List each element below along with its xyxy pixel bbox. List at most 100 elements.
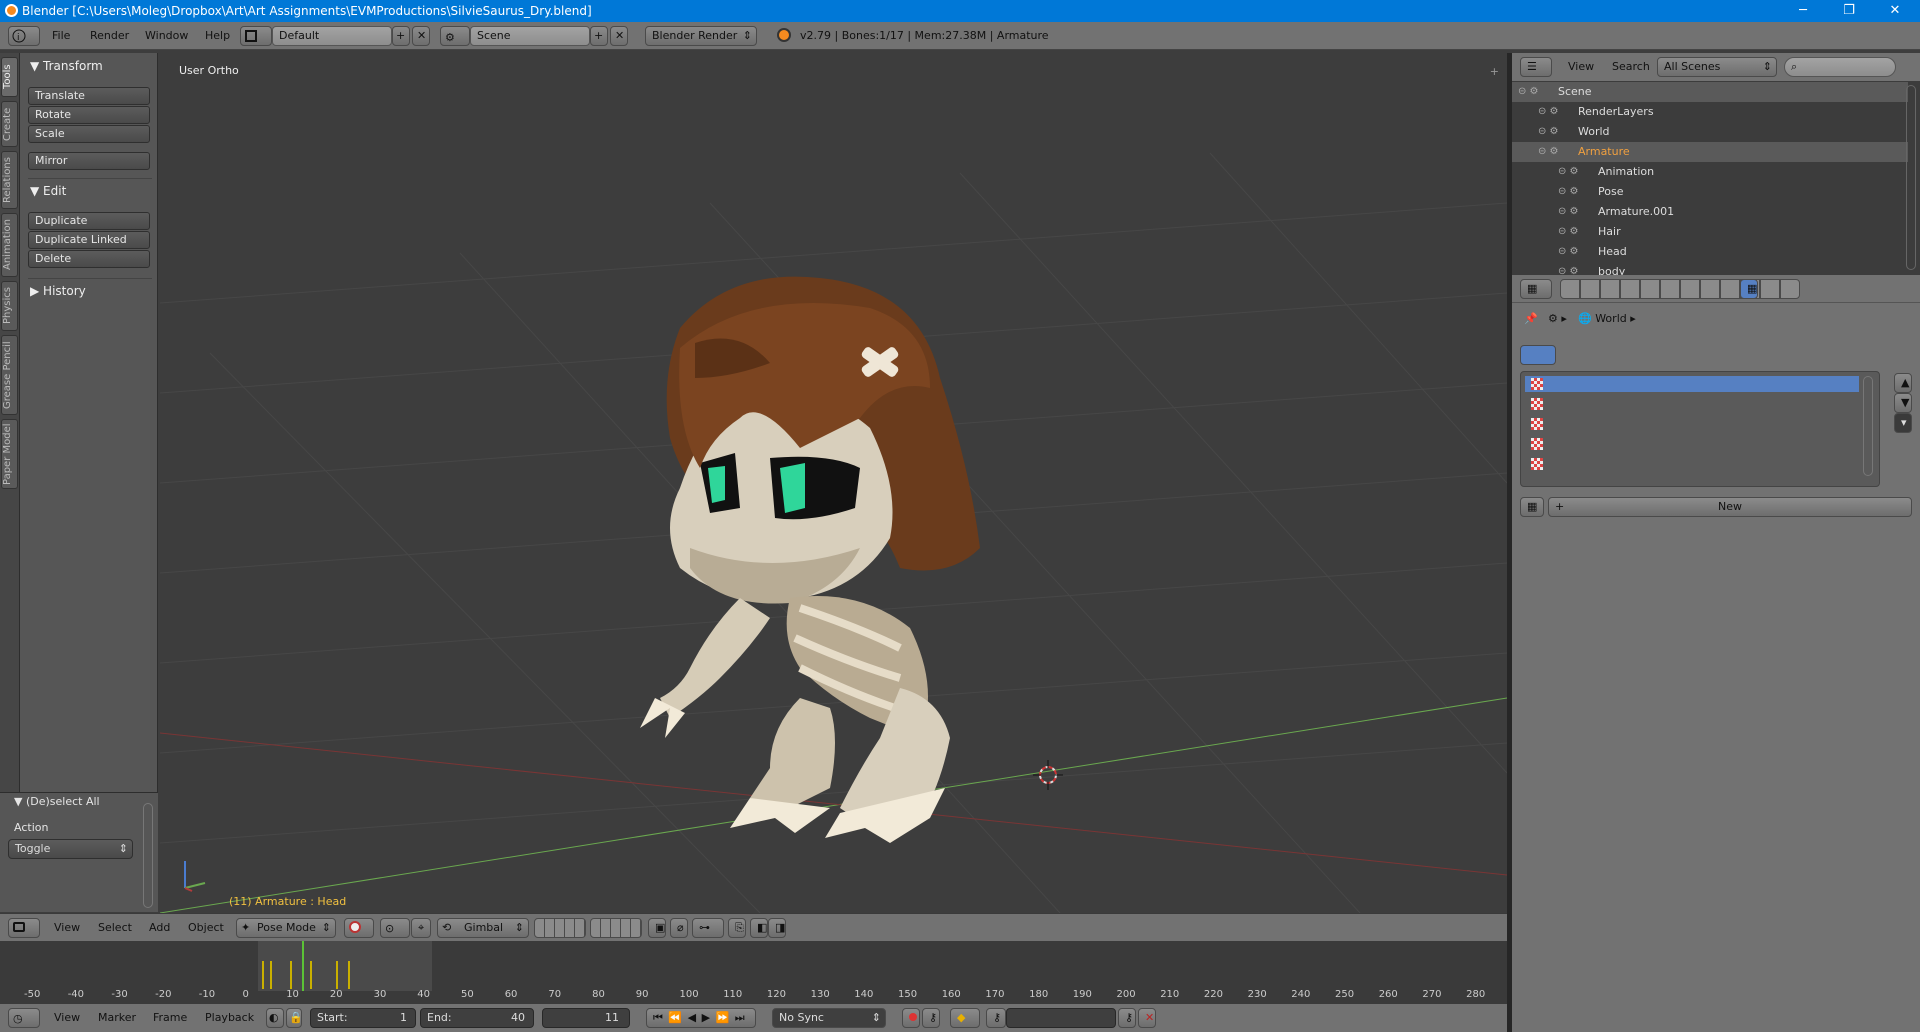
layout-name-field[interactable]: Default bbox=[272, 26, 392, 46]
menu-marker[interactable]: Marker bbox=[98, 1008, 136, 1028]
menu-view[interactable]: View bbox=[54, 918, 80, 938]
manipulator-toggle-icon[interactable]: ⌖ bbox=[411, 918, 431, 938]
mirror-button[interactable]: Mirror bbox=[28, 152, 150, 170]
duplicate-button[interactable]: Duplicate bbox=[28, 212, 150, 230]
remove-layout-icon[interactable]: ✕ bbox=[412, 26, 430, 46]
lock-layers-icon[interactable]: ▣ bbox=[648, 918, 666, 938]
edit-panel-header[interactable]: ▼ Edit bbox=[30, 184, 66, 198]
outliner-row[interactable]: ⊝ ⚙ Animation bbox=[1512, 162, 1908, 182]
current-frame-indicator[interactable] bbox=[302, 941, 304, 991]
outliner-row[interactable]: ⊝ ⚙ Armature bbox=[1512, 142, 1908, 162]
texture-slot-selected[interactable] bbox=[1525, 376, 1859, 392]
new-texture-button[interactable]: + New bbox=[1548, 497, 1912, 517]
add-layout-icon[interactable]: + bbox=[392, 26, 410, 46]
menu-help[interactable]: Help bbox=[205, 26, 230, 46]
outliner-row[interactable]: ⊝ ⚙ Armature.001 bbox=[1512, 202, 1908, 222]
editor-type-outliner-button[interactable]: ☰ bbox=[1520, 57, 1552, 77]
menu-playback[interactable]: Playback bbox=[205, 1008, 254, 1028]
pivot-point-button[interactable]: ⊙ bbox=[380, 918, 410, 938]
tab-world-icon[interactable]: ▦ bbox=[1740, 279, 1758, 299]
minimize-button[interactable]: ─ bbox=[1780, 0, 1826, 22]
auto-ik-icon[interactable]: ⌀ bbox=[670, 918, 688, 938]
keying-set-selector-icon[interactable]: ⚷ bbox=[986, 1008, 1006, 1028]
tab-tools[interactable]: Tools bbox=[1, 57, 18, 97]
tab-animation[interactable]: Animation bbox=[1, 213, 18, 277]
preview-range-icon[interactable]: ◐ bbox=[266, 1008, 284, 1028]
delete-keyframe-set-icon[interactable]: ✕ bbox=[1138, 1008, 1156, 1028]
slot-list-scrollbar[interactable] bbox=[1863, 376, 1873, 476]
editor-type-3dview-button[interactable] bbox=[8, 918, 40, 938]
character-model[interactable] bbox=[600, 268, 1020, 858]
next-keyframe-icon[interactable]: ⏩ bbox=[716, 1011, 731, 1024]
viewport-shading-button[interactable] bbox=[344, 918, 374, 938]
lock-range-icon[interactable]: 🔒 bbox=[286, 1008, 303, 1028]
editor-type-timeline-button[interactable]: ◷ bbox=[8, 1008, 40, 1028]
3d-cursor-icon[interactable] bbox=[1033, 760, 1063, 790]
screen-layout-button[interactable] bbox=[240, 26, 272, 46]
transform-panel-header[interactable]: ▼ Transform bbox=[30, 59, 103, 73]
tab-create[interactable]: Create bbox=[1, 101, 18, 147]
display-mode-dropdown[interactable]: All Scenes ⇕ bbox=[1657, 57, 1777, 77]
playback-controls[interactable]: ⏮ ⏪ ◀ ▶ ⏩ ⏭ bbox=[646, 1008, 756, 1028]
outliner-scrollbar[interactable] bbox=[1906, 85, 1916, 270]
play-reverse-icon[interactable]: ◀ bbox=[688, 1011, 697, 1024]
interaction-mode-dropdown[interactable]: ✦ Pose Mode ⇕ bbox=[236, 918, 336, 938]
remove-scene-icon[interactable]: ✕ bbox=[610, 26, 628, 46]
action-dropdown[interactable]: Toggle ⇕ bbox=[8, 839, 133, 859]
move-slot-down-icon[interactable]: ▼ bbox=[1894, 393, 1912, 413]
texture-context-world-icon[interactable] bbox=[1520, 345, 1556, 365]
rotate-button[interactable]: Rotate bbox=[28, 106, 150, 124]
add-scene-icon[interactable]: + bbox=[590, 26, 608, 46]
tab-paper-model[interactable]: Paper Model bbox=[1, 419, 18, 489]
mirror-x-icon[interactable]: ⊶ bbox=[692, 918, 724, 938]
layer-buttons-right[interactable] bbox=[590, 918, 642, 938]
pin-icon[interactable]: 📌 bbox=[1524, 312, 1538, 325]
scene-name-field[interactable]: Scene bbox=[470, 26, 590, 46]
render-preview-icon[interactable]: ◧ bbox=[750, 918, 768, 938]
outliner-row[interactable]: ⊝ ⚙ Head bbox=[1512, 242, 1908, 262]
render-engine-dropdown[interactable]: Blender Render ⇕ bbox=[645, 26, 757, 46]
close-button[interactable]: ✕ bbox=[1872, 0, 1918, 22]
layer-buttons-left[interactable] bbox=[534, 918, 586, 938]
viewport-region-toggle-icon[interactable]: + bbox=[1490, 65, 1499, 78]
scale-button[interactable]: Scale bbox=[28, 125, 150, 143]
outliner-menu-view[interactable]: View bbox=[1568, 57, 1594, 77]
history-panel-header[interactable]: ▶ History bbox=[30, 284, 86, 298]
menu-view[interactable]: View bbox=[54, 1008, 80, 1028]
outliner-search-input[interactable]: ⌕ bbox=[1784, 57, 1896, 77]
prev-keyframe-icon[interactable]: ⏪ bbox=[668, 1011, 683, 1024]
menu-object[interactable]: Object bbox=[188, 918, 224, 938]
menu-file[interactable]: File bbox=[52, 26, 70, 46]
duplicate-linked-button[interactable]: Duplicate Linked bbox=[28, 231, 150, 249]
transform-orientation-dropdown[interactable]: ⟲ Gimbal ⇕ bbox=[437, 918, 529, 938]
sync-mode-dropdown[interactable]: No Sync ⇕ bbox=[772, 1008, 886, 1028]
delete-button[interactable]: Delete bbox=[28, 250, 150, 268]
active-keying-set-field[interactable] bbox=[1006, 1008, 1116, 1028]
properties-context-tabs[interactable] bbox=[1560, 279, 1800, 299]
menu-window[interactable]: Window bbox=[145, 26, 188, 46]
jump-end-icon[interactable]: ⏭ bbox=[735, 1011, 746, 1024]
world-breadcrumb[interactable]: 🌐 World ▸ bbox=[1578, 312, 1636, 325]
outliner-row[interactable]: ⊝ ⚙ Hair bbox=[1512, 222, 1908, 242]
texture-browse-icon[interactable]: ▦ bbox=[1520, 497, 1544, 517]
outliner-menu-search[interactable]: Search bbox=[1612, 57, 1650, 77]
keying-set-icon[interactable]: ⚷ bbox=[922, 1008, 940, 1028]
editor-type-properties-button[interactable]: ▦ bbox=[1520, 279, 1552, 299]
menu-frame[interactable]: Frame bbox=[153, 1008, 187, 1028]
auto-keying-icon[interactable] bbox=[902, 1008, 920, 1028]
menu-render[interactable]: Render bbox=[90, 26, 129, 46]
operator-scrollbar[interactable] bbox=[143, 803, 153, 908]
tab-physics[interactable]: Physics bbox=[1, 281, 18, 331]
outliner-row[interactable]: ⊝ ⚙ Pose bbox=[1512, 182, 1908, 202]
play-icon[interactable]: ▶ bbox=[702, 1011, 711, 1024]
end-frame-field[interactable]: End: 40 bbox=[420, 1008, 534, 1028]
current-frame-field[interactable]: 11 bbox=[542, 1008, 630, 1028]
3d-viewport[interactable]: User Ortho (11) Armature: Head + bbox=[160, 53, 1507, 913]
jump-start-icon[interactable]: ⏮ bbox=[653, 1011, 664, 1024]
outliner-row[interactable]: ⊝ ⚙ World bbox=[1512, 122, 1908, 142]
copy-pose-icon[interactable]: ⎘ bbox=[728, 918, 746, 938]
texture-slot-list[interactable] bbox=[1520, 371, 1880, 487]
translate-button[interactable]: Translate bbox=[28, 87, 150, 105]
tab-grease-pencil[interactable]: Grease Pencil bbox=[1, 335, 18, 415]
menu-select[interactable]: Select bbox=[98, 918, 132, 938]
